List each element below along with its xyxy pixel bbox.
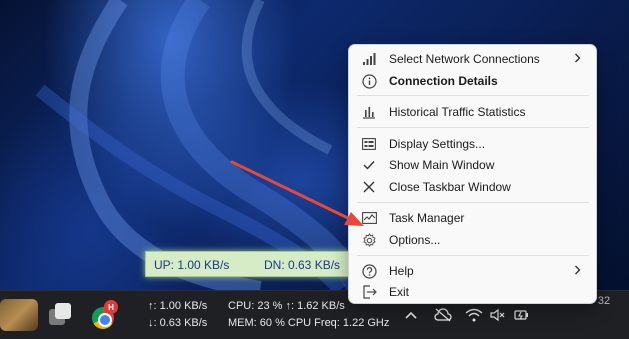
menu-item-label: Task Manager <box>389 211 465 225</box>
battery-charging-icon[interactable] <box>513 305 531 325</box>
menu-item-options[interactable]: Options... <box>353 229 593 251</box>
traffic-floating-window[interactable]: UP: 1.00 KB/s DN: 0.63 KB/s <box>145 251 350 277</box>
wifi-icon[interactable] <box>465 305 483 325</box>
gear-icon <box>361 232 377 248</box>
menu-item-show-main-window[interactable]: Show Main Window <box>353 154 593 176</box>
menu-item-label: Exit <box>389 285 410 299</box>
menu-separator <box>357 255 589 256</box>
menu-item-label: Close Taskbar Window <box>389 180 511 194</box>
speaker-muted-icon[interactable] <box>489 305 507 325</box>
menu-item-label: Display Settings... <box>389 137 486 151</box>
taskbar-net-stats[interactable]: ↑: 1.00 KB/s ↓: 0.63 KB/s <box>148 298 207 332</box>
menu-separator <box>357 127 589 128</box>
taskbar-mem-line: MEM: 60 % CPU Freq: 1.22 GHz <box>228 317 390 329</box>
signal-bars-icon <box>361 51 377 67</box>
menu-item-label: Show Main Window <box>389 158 495 172</box>
window-front-shape <box>55 303 71 319</box>
taskbar-task-view-icon[interactable] <box>45 299 77 331</box>
menu-item-label: Connection Details <box>389 74 498 88</box>
chevron-right-icon <box>574 264 581 278</box>
menu-separator <box>357 202 589 203</box>
menu-item-label: Options... <box>389 233 441 247</box>
chevron-right-icon <box>574 52 581 66</box>
chrome-profile-badge: H <box>104 300 118 314</box>
display-settings-icon <box>361 136 377 152</box>
chevron-up-icon[interactable] <box>402 305 420 325</box>
menu-item-task-manager[interactable]: Task Manager <box>353 207 593 229</box>
menu-item-exit[interactable]: Exit <box>353 281 593 303</box>
menu-item-historical-traffic[interactable]: Historical Traffic Statistics <box>353 101 593 123</box>
cloud-off-icon[interactable] <box>434 305 452 325</box>
menu-item-help[interactable]: Help <box>353 260 593 282</box>
menu-item-display-settings[interactable]: Display Settings... <box>353 133 593 155</box>
exit-icon <box>361 284 377 300</box>
menu-separator <box>357 95 589 96</box>
close-icon <box>361 179 377 195</box>
help-circle-icon <box>361 263 377 279</box>
menu-item-select-network[interactable]: Select Network Connections <box>353 48 593 70</box>
menu-item-label: Historical Traffic Statistics <box>389 105 526 119</box>
info-circle-icon <box>361 73 377 89</box>
context-menu: Select Network Connections Connection De… <box>348 44 597 304</box>
bar-chart-icon <box>361 104 377 120</box>
taskbar-upload: ↑: 1.00 KB/s <box>148 300 208 312</box>
taskbar-photo-app-icon[interactable] <box>0 299 38 331</box>
menu-item-connection-details[interactable]: Connection Details <box>353 70 593 92</box>
menu-item-label: Select Network Connections <box>389 52 540 66</box>
download-speed: DN: 0.63 KB/s <box>264 258 341 272</box>
task-manager-icon <box>361 210 377 226</box>
taskbar-download: ↓: 0.63 KB/s <box>148 317 208 329</box>
menu-item-close-taskbar-window[interactable]: Close Taskbar Window <box>353 176 593 198</box>
upload-speed: UP: 1.00 KB/s <box>154 258 230 272</box>
menu-item-label: Help <box>389 264 414 278</box>
taskbar-chrome-icon[interactable]: H <box>88 299 120 331</box>
checkmark-icon <box>361 157 377 173</box>
